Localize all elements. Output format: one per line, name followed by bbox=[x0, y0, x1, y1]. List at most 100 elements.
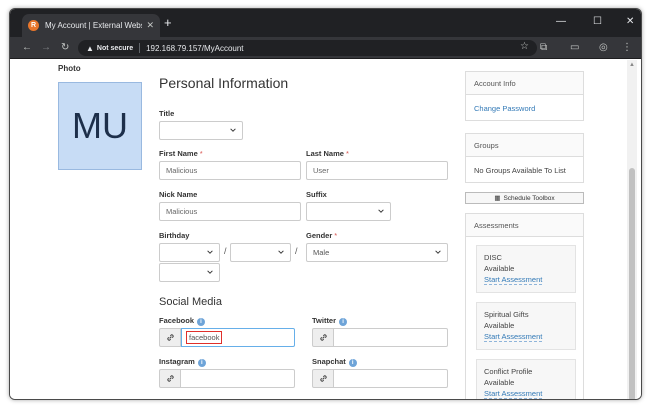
required-mark: * bbox=[345, 149, 349, 158]
snapchat-label-text: Snapchat bbox=[312, 357, 346, 366]
start-assessment-link[interactable]: Start Assessment bbox=[484, 389, 543, 399]
info-icon[interactable]: i bbox=[339, 318, 348, 326]
twitter-label: Twitter i bbox=[312, 316, 348, 326]
tab-title: My Account | External Website bbox=[45, 21, 143, 30]
first-name-input[interactable]: Malicious bbox=[159, 161, 301, 180]
browser-toolbar: ← → ↻ ▲ Not secure 192.168.79.157/MyAcco… bbox=[10, 37, 641, 59]
nick-name-label: Nick Name bbox=[159, 190, 198, 199]
suffix-select[interactable] bbox=[306, 202, 391, 221]
twitter-input[interactable] bbox=[334, 328, 448, 347]
extensions-icon[interactable]: ⧉ bbox=[540, 41, 547, 54]
info-icon[interactable]: i bbox=[197, 359, 206, 367]
info-icon[interactable]: i bbox=[197, 318, 206, 326]
gender-select-value: Male bbox=[313, 248, 330, 257]
side-panel-icon[interactable]: ▭ bbox=[570, 41, 579, 54]
gender-label-text: Gender bbox=[306, 231, 333, 240]
new-tab-button[interactable]: + bbox=[164, 16, 172, 30]
assessment-status: Available bbox=[484, 264, 515, 273]
menu-kebab-icon[interactable]: ⋮ bbox=[622, 41, 632, 54]
last-name-input[interactable]: User bbox=[306, 161, 448, 180]
change-password-link[interactable]: Change Password bbox=[474, 104, 535, 113]
snapchat-label: Snapchat i bbox=[312, 357, 357, 367]
twitter-input-group bbox=[312, 328, 448, 347]
last-name-label-text: Last Name bbox=[306, 149, 344, 158]
birthday-label: Birthday bbox=[159, 231, 190, 240]
warning-icon: ▲ bbox=[86, 43, 94, 53]
page-content: Photo MU Personal Information Title Firs… bbox=[10, 60, 641, 399]
social-media-heading: Social Media bbox=[159, 296, 222, 308]
chevron-down-icon bbox=[378, 209, 384, 213]
instagram-label: Instagram i bbox=[159, 357, 206, 367]
assessment-name: Conflict Profile bbox=[484, 367, 533, 376]
start-assessment-link[interactable]: Start Assessment bbox=[484, 275, 543, 285]
link-icon bbox=[159, 369, 181, 388]
photo-label: Photo bbox=[58, 64, 81, 73]
instagram-label-text: Instagram bbox=[159, 357, 195, 366]
facebook-input[interactable]: facebook bbox=[181, 328, 295, 347]
title-label: Title bbox=[159, 109, 175, 118]
birthday-year-select[interactable] bbox=[159, 263, 220, 282]
forward-arrow-icon[interactable]: → bbox=[41, 41, 51, 54]
avatar[interactable]: MU bbox=[58, 82, 142, 170]
required-mark: * bbox=[334, 231, 338, 240]
browser-tab[interactable]: R My Account | External Website ✕ bbox=[22, 14, 160, 37]
twitter-label-text: Twitter bbox=[312, 316, 337, 325]
groups-heading: Groups bbox=[466, 134, 583, 157]
account-info-panel: Account Info Change Password bbox=[465, 71, 584, 121]
assessment-card-disc: DISC Available Start Assessment bbox=[476, 245, 576, 293]
tab-close-icon[interactable]: ✕ bbox=[146, 20, 154, 31]
link-icon bbox=[312, 328, 334, 347]
address-bar[interactable]: ▲ Not secure 192.168.79.157/MyAccount ☆ bbox=[78, 40, 537, 56]
birthday-day-select[interactable] bbox=[230, 243, 291, 262]
minimize-button[interactable]: — bbox=[556, 16, 566, 28]
info-icon[interactable]: i bbox=[348, 359, 357, 367]
title-bar: R My Account | External Website ✕ + — ☐ … bbox=[10, 9, 641, 37]
profile-icon[interactable]: ◎ bbox=[599, 41, 608, 54]
bookmark-star-icon[interactable]: ☆ bbox=[520, 41, 529, 52]
schedule-toolbox-button[interactable]: ▦ Schedule Toolbox bbox=[465, 192, 584, 204]
assessment-status: Available bbox=[484, 321, 515, 330]
url-divider bbox=[139, 43, 141, 53]
chevron-down-icon bbox=[435, 250, 441, 254]
assessment-card-conflict-profile: Conflict Profile Available Start Assessm… bbox=[476, 359, 576, 399]
facebook-input-value: facebook bbox=[186, 331, 223, 344]
assessment-name: Spiritual Gifts bbox=[484, 310, 529, 319]
chevron-down-icon bbox=[207, 250, 213, 254]
instagram-input-group bbox=[159, 369, 295, 388]
date-separator: / bbox=[224, 246, 227, 256]
assessments-heading: Assessments bbox=[466, 214, 583, 237]
facebook-label: Facebook i bbox=[159, 316, 206, 326]
rock-favicon-icon: R bbox=[28, 20, 39, 31]
instagram-input[interactable] bbox=[181, 369, 295, 388]
assessment-card-spiritual-gifts: Spiritual Gifts Available Start Assessme… bbox=[476, 302, 576, 350]
assessment-status: Available bbox=[484, 378, 515, 387]
required-mark: * bbox=[199, 149, 203, 158]
no-groups-text: No Groups Available To List bbox=[474, 165, 566, 175]
scroll-up-arrow-icon[interactable]: ▲ bbox=[629, 62, 635, 68]
maximize-button[interactable]: ☐ bbox=[593, 16, 602, 28]
personal-info-heading: Personal Information bbox=[159, 75, 289, 91]
account-info-heading: Account Info bbox=[466, 72, 583, 95]
schedule-toolbox-label: Schedule Toolbox bbox=[503, 194, 555, 202]
scrollbar-thumb[interactable] bbox=[629, 168, 635, 399]
chevron-down-icon bbox=[230, 128, 236, 132]
first-name-label: First Name * bbox=[159, 149, 203, 158]
date-separator: / bbox=[295, 246, 298, 256]
chevron-down-icon bbox=[207, 270, 213, 274]
url-text[interactable]: 192.168.79.157/MyAccount bbox=[146, 44, 243, 53]
snapchat-input[interactable] bbox=[334, 369, 448, 388]
gender-select[interactable]: Male bbox=[306, 243, 448, 262]
groups-panel: Groups No Groups Available To List bbox=[465, 133, 584, 183]
back-arrow-icon[interactable]: ← bbox=[22, 41, 32, 54]
close-window-button[interactable]: ✕ bbox=[626, 16, 634, 28]
reload-icon[interactable]: ↻ bbox=[61, 41, 69, 54]
chevron-down-icon bbox=[278, 250, 284, 254]
birthday-month-select[interactable] bbox=[159, 243, 220, 262]
page-scrollbar[interactable]: ▲ bbox=[627, 60, 637, 399]
nick-name-input[interactable]: Malicious bbox=[159, 202, 301, 221]
gender-label: Gender * bbox=[306, 231, 337, 240]
browser-window: R My Account | External Website ✕ + — ☐ … bbox=[9, 8, 642, 400]
title-select[interactable] bbox=[159, 121, 243, 140]
start-assessment-link[interactable]: Start Assessment bbox=[484, 332, 543, 342]
not-secure-label[interactable]: Not secure bbox=[97, 45, 133, 52]
